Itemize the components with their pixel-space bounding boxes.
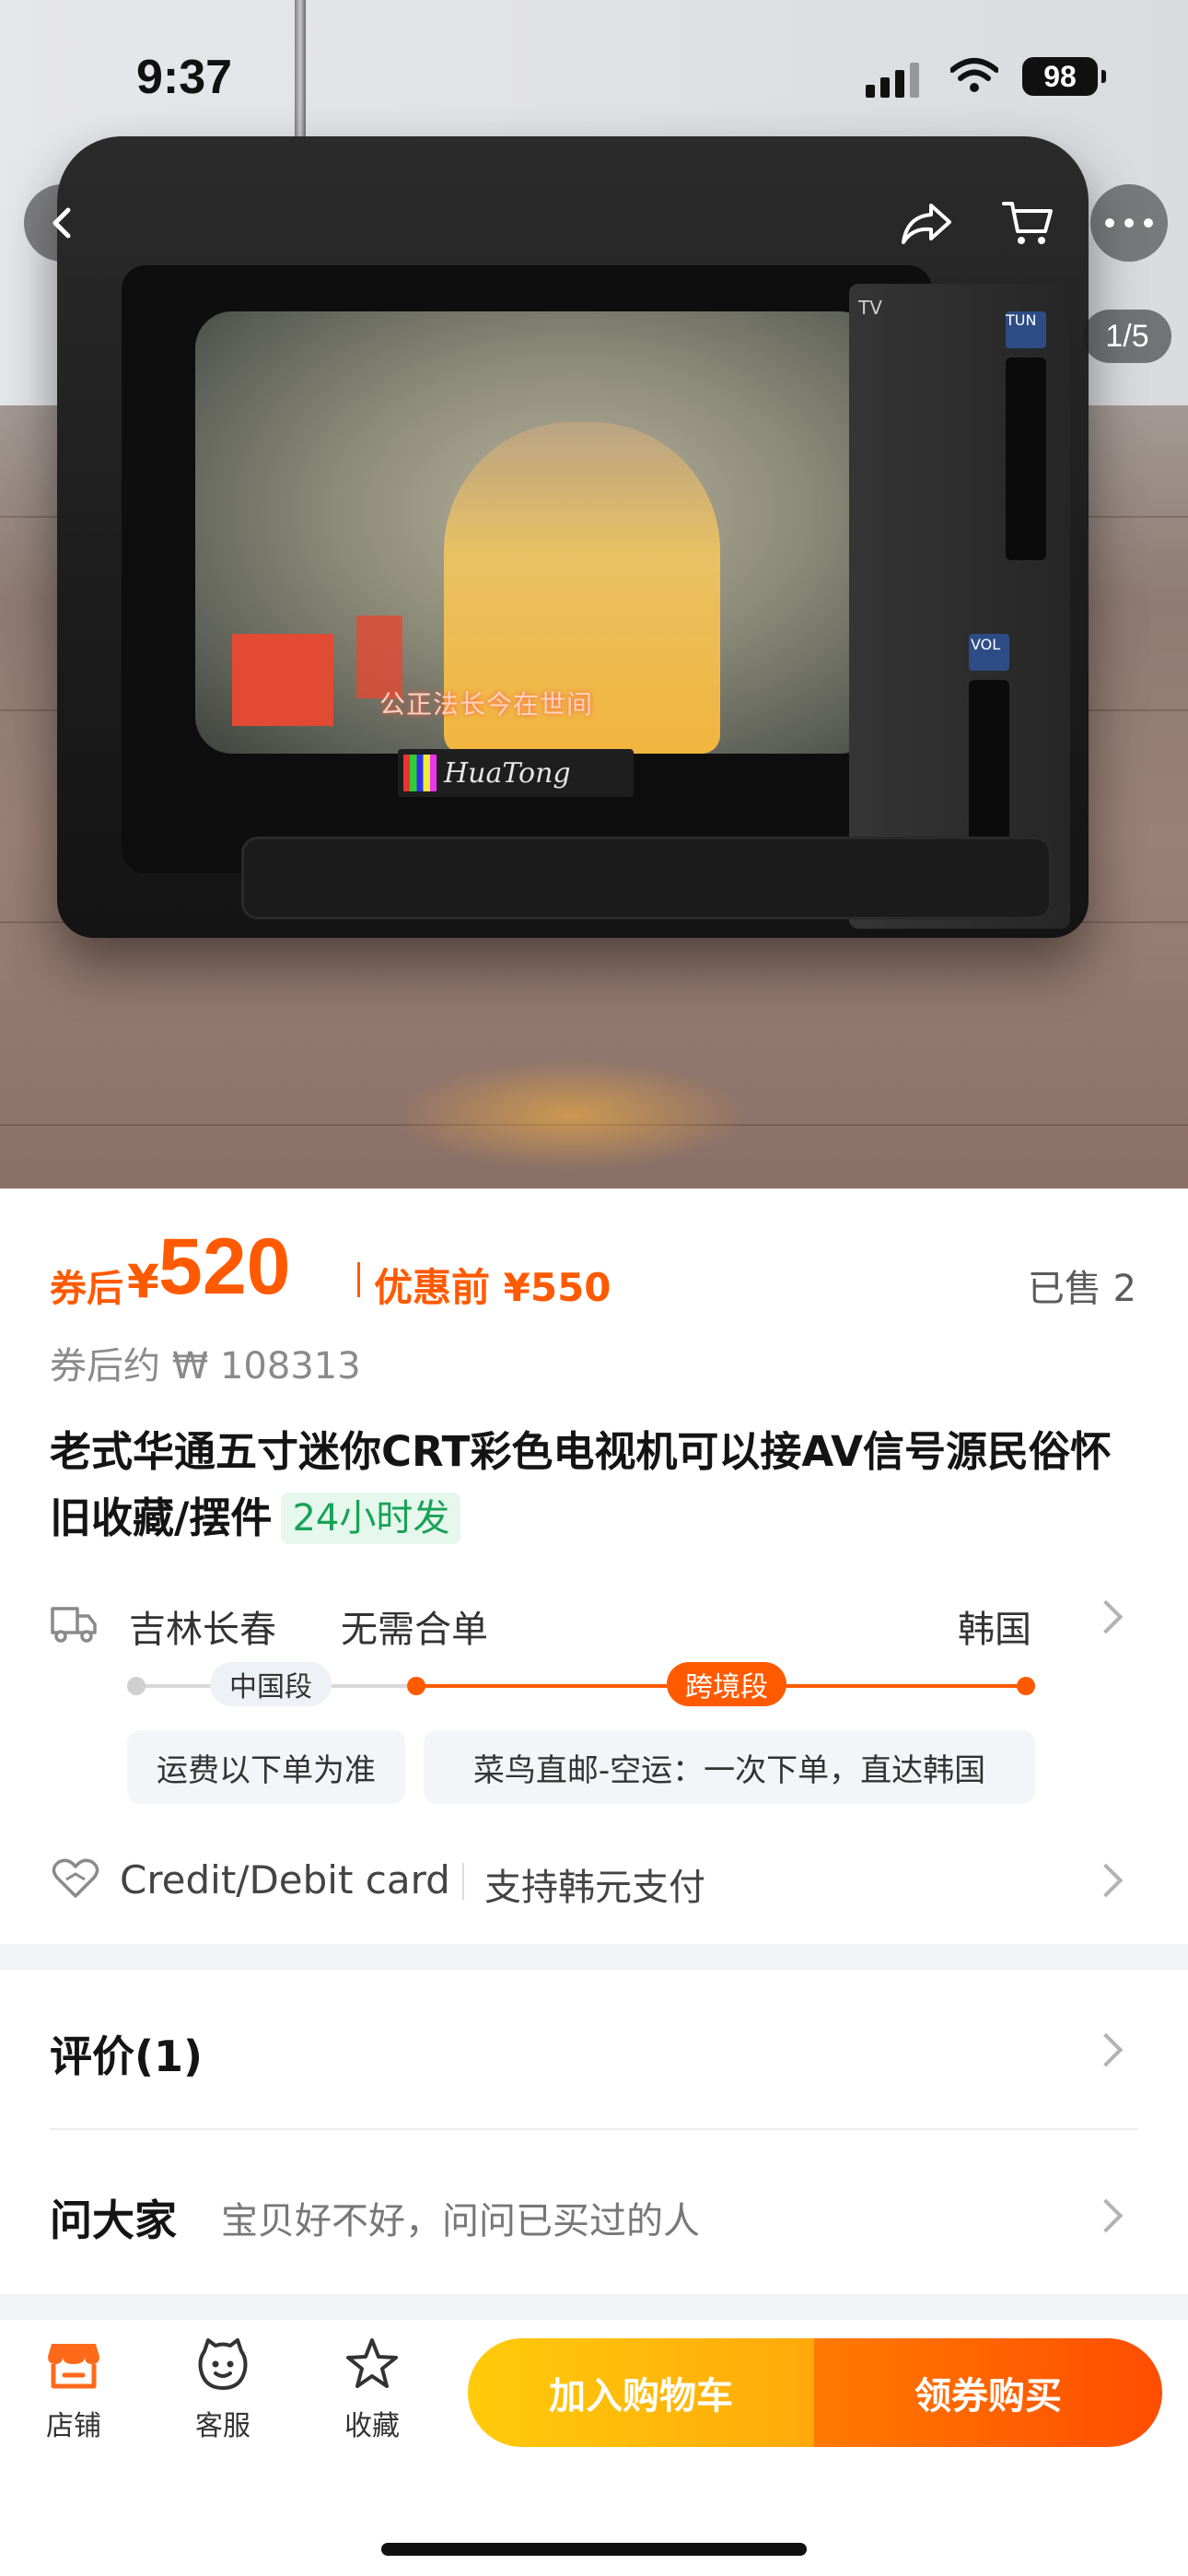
cart-button[interactable] [989, 184, 1066, 262]
section-gap [0, 2294, 1188, 2320]
product-title: 老式华通五寸迷你CRT彩色电视机可以接AV信号源民俗怀旧收藏/摆件 24小时发 [50, 1419, 1136, 1551]
heart-card-icon [52, 1858, 99, 1898]
share-icon [902, 204, 951, 244]
payment-separator [462, 1863, 464, 1900]
screen-reflection [396, 1060, 746, 1170]
tab-customer-service[interactable]: 客服 [168, 2335, 278, 2443]
shipping-destination: 韩国 [958, 1609, 1031, 1651]
route-start-dot [127, 1677, 146, 1695]
divider [50, 2128, 1138, 2130]
price-separator [357, 1262, 360, 1297]
payment-method: Credit/Debit card [120, 1857, 450, 1903]
approx-price-krw: 券后约 ₩ 108313 [50, 1345, 361, 1388]
original-price: 优惠前 ¥550 [374, 1265, 611, 1310]
tab-customer-service-label: 客服 [195, 2410, 250, 2442]
truck-icon [51, 1607, 97, 1643]
chevron-right-icon [1089, 1599, 1124, 1634]
buy-with-coupon-button[interactable]: 领券购买 [814, 2338, 1162, 2447]
ask-title: 问大家 [50, 2195, 177, 2245]
customer-service-icon [198, 2338, 248, 2390]
product-gallery[interactable]: 公正法长今在世间 HuaTong TV TUN VOL 9:37 98 1/5 [0, 0, 1188, 1188]
shipping-time-badge: 24小时发 [281, 1493, 461, 1544]
domestic-shipping-note: 运费以下单为准 [127, 1730, 405, 1804]
add-to-cart-button[interactable]: 加入购物车 [468, 2338, 814, 2447]
product-title-text: 老式华通五寸迷你CRT彩色电视机可以接AV信号源民俗怀旧收藏/摆件 [50, 1427, 1112, 1542]
after-coupon-label: 券后 [50, 1268, 123, 1310]
currency-symbol: ¥ [127, 1255, 159, 1308]
tab-store-label: 店铺 [46, 2410, 101, 2442]
sold-count: 已售 2 [1027, 1268, 1136, 1310]
chevron-right-icon [1089, 2198, 1124, 2233]
route-end-dot [1017, 1677, 1035, 1695]
price-row: 券后 ¥ 520 优惠前 ¥550 已售 2 [50, 1222, 1136, 1323]
ask-subtitle: 宝贝好不好，问问已买过的人 [221, 2200, 700, 2242]
segment-cross-border-label: 跨境段 [667, 1662, 786, 1706]
reviews-title: 评价(1) [50, 2032, 204, 2081]
battery-indicator: 98 [1022, 57, 1106, 96]
cart-icon [1002, 202, 1053, 244]
tv-brand-logo: HuaTong [398, 749, 634, 797]
cross-border-shipping-note: 菜鸟直邮-空运：一次下单，直达韩国 [424, 1730, 1035, 1804]
after-coupon-price: 520 [158, 1223, 291, 1311]
store-icon [48, 2344, 99, 2389]
section-gap [0, 1944, 1188, 1970]
more-button[interactable] [1090, 184, 1168, 262]
payment-currency-note: 支持韩元支付 [484, 1867, 705, 1909]
shipping-origin: 吉林长春 [129, 1609, 276, 1651]
tab-favorite[interactable]: 收藏 [317, 2335, 427, 2443]
merge-order-note: 无需合单 [341, 1609, 488, 1651]
tv-subtitle: 公正法长今在世间 [379, 689, 594, 720]
tv-screen: 公正法长今在世间 [195, 311, 877, 754]
gallery-page-indicator: 1/5 [1083, 310, 1171, 363]
share-button[interactable] [888, 184, 965, 262]
star-icon [346, 2338, 398, 2388]
segment-domestic-label: 中国段 [210, 1662, 332, 1706]
tab-store[interactable]: 店铺 [18, 2335, 129, 2443]
back-button[interactable] [24, 184, 101, 262]
chevron-right-icon [1089, 1863, 1124, 1898]
chevron-left-icon [52, 207, 71, 239]
chevron-right-icon [1089, 2032, 1124, 2067]
status-time: 9:37 [136, 51, 233, 104]
antenna [295, 0, 306, 138]
more-icon [1105, 218, 1153, 228]
tab-favorite-label: 收藏 [344, 2410, 400, 2442]
cellular-signal-icon [866, 63, 919, 98]
tv-control-panel: TV TUN VOL [849, 284, 1070, 929]
wifi-icon [950, 58, 998, 92]
home-indicator[interactable] [381, 2543, 807, 2556]
route-mid-dot [407, 1677, 425, 1695]
